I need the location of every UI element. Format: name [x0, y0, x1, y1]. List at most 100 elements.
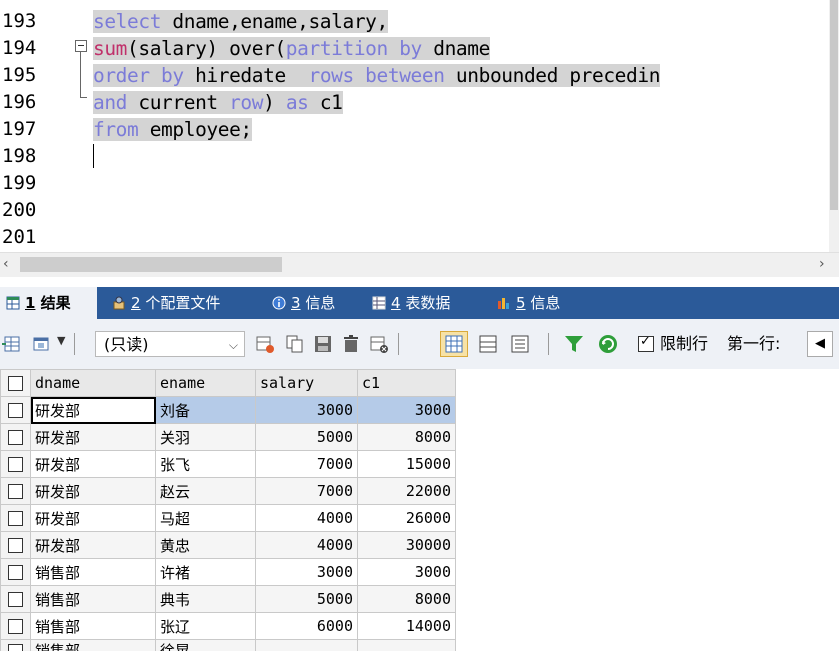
table-row[interactable]: 销售部 徐晃: [0, 639, 456, 651]
cell-dname[interactable]: 研发部: [30, 396, 156, 424]
cell-ename[interactable]: 马超: [155, 504, 256, 532]
horizontal-scrollbar[interactable]: ‹ ›: [0, 252, 839, 277]
column-header-ename[interactable]: ename: [155, 369, 256, 397]
cell-salary[interactable]: 5000: [255, 585, 358, 613]
code-line[interactable]: from employee;: [93, 116, 252, 143]
row-checkbox[interactable]: [8, 484, 23, 499]
cell-dname[interactable]: 研发部: [30, 504, 156, 532]
copy-row-icon[interactable]: [285, 334, 305, 354]
cell-ename[interactable]: 张辽: [155, 612, 256, 640]
row-checkbox-cell[interactable]: [0, 612, 31, 640]
cell-dname[interactable]: 研发部: [30, 450, 156, 478]
row-checkbox[interactable]: [8, 457, 23, 472]
cell-salary[interactable]: 6000: [255, 612, 358, 640]
cell-salary[interactable]: 5000: [255, 423, 358, 451]
code-line[interactable]: select dname,ename,salary,: [93, 8, 388, 35]
refresh-icon[interactable]: [598, 334, 618, 354]
cell-dname[interactable]: 销售部: [30, 585, 156, 613]
cell-salary[interactable]: 4000: [255, 531, 358, 559]
view-mode-dropdown-icon[interactable]: ▼: [57, 334, 65, 347]
tab-profiles[interactable]: 2 个配置文件: [112, 287, 220, 319]
table-row[interactable]: 研发部 张飞 7000 15000: [0, 450, 456, 478]
row-checkbox[interactable]: [8, 619, 23, 634]
row-checkbox[interactable]: [8, 643, 23, 651]
row-checkbox[interactable]: [8, 565, 23, 580]
cell-ename[interactable]: 张飞: [155, 450, 256, 478]
row-checkbox-cell[interactable]: [0, 423, 31, 451]
column-header-c1[interactable]: c1: [357, 369, 456, 397]
row-checkbox-cell[interactable]: [0, 558, 31, 586]
cell-ename[interactable]: 黄忠: [155, 531, 256, 559]
cell-c1[interactable]: 22000: [357, 477, 456, 505]
cell-c1[interactable]: [357, 639, 456, 651]
row-checkbox[interactable]: [8, 403, 23, 418]
row-checkbox-cell[interactable]: [0, 585, 31, 613]
scroll-right-icon[interactable]: ›: [819, 256, 825, 272]
code-line[interactable]: sum(salary) over(partition by dname: [93, 35, 490, 62]
delete-icon[interactable]: [341, 334, 361, 354]
cell-salary[interactable]: [255, 639, 358, 651]
code-line[interactable]: and current row) as c1: [93, 89, 343, 116]
cell-salary[interactable]: 4000: [255, 504, 358, 532]
cell-c1[interactable]: 3000: [357, 558, 456, 586]
select-all-checkbox-cell[interactable]: [0, 369, 31, 397]
cell-ename[interactable]: 关羽: [155, 423, 256, 451]
cell-c1[interactable]: 8000: [357, 585, 456, 613]
table-row[interactable]: 研发部 刘备 3000 3000: [0, 396, 456, 424]
grid-view-icon[interactable]: [440, 331, 468, 357]
vertical-scrollbar[interactable]: [829, 0, 839, 252]
column-header-salary[interactable]: salary: [255, 369, 358, 397]
cell-c1[interactable]: 15000: [357, 450, 456, 478]
tab-results[interactable]: 1 结果: [0, 287, 97, 319]
vertical-scroll-thumb[interactable]: [830, 0, 838, 210]
cell-ename[interactable]: 许褚: [155, 558, 256, 586]
cell-ename[interactable]: 刘备: [155, 396, 256, 424]
code-line[interactable]: order by hiredate rows between unbounded…: [93, 62, 660, 89]
add-row-icon[interactable]: [255, 334, 275, 354]
tab-table-data[interactable]: 4 表数据: [372, 287, 450, 319]
cell-c1[interactable]: 14000: [357, 612, 456, 640]
row-checkbox-cell[interactable]: [0, 504, 31, 532]
column-header-dname[interactable]: dname: [30, 369, 156, 397]
cell-c1[interactable]: 3000: [357, 396, 456, 424]
row-checkbox-cell[interactable]: [0, 477, 31, 505]
table-row[interactable]: 研发部 赵云 7000 22000: [0, 477, 456, 505]
cell-ename[interactable]: 典韦: [155, 585, 256, 613]
row-checkbox-cell[interactable]: [0, 450, 31, 478]
table-row[interactable]: 研发部 关羽 5000 8000: [0, 423, 456, 451]
cell-c1[interactable]: 8000: [357, 423, 456, 451]
cell-c1[interactable]: 26000: [357, 504, 456, 532]
row-checkbox[interactable]: [8, 430, 23, 445]
limit-rows-checkbox[interactable]: [638, 334, 654, 352]
view-mode-icon[interactable]: [32, 334, 52, 354]
row-checkbox[interactable]: [8, 511, 23, 526]
row-checkbox[interactable]: [8, 538, 23, 553]
cell-c1[interactable]: 30000: [357, 531, 456, 559]
table-row[interactable]: 研发部 黄忠 4000 30000: [0, 531, 456, 559]
export-grid-icon[interactable]: [2, 334, 22, 354]
previous-page-button[interactable]: ◀: [807, 331, 833, 357]
row-checkbox-cell[interactable]: [0, 531, 31, 559]
form-view-icon[interactable]: [478, 334, 498, 354]
result-grid[interactable]: dname ename salary c1 研发部 刘备 3000 3000 研发部 关羽…: [0, 369, 839, 651]
cell-dname[interactable]: 销售部: [30, 558, 156, 586]
cell-ename[interactable]: 赵云: [155, 477, 256, 505]
row-checkbox-cell[interactable]: [0, 639, 31, 651]
table-row[interactable]: 研发部 马超 4000 26000: [0, 504, 456, 532]
select-all-checkbox[interactable]: [8, 376, 23, 391]
cell-dname[interactable]: 销售部: [30, 639, 156, 651]
tab-messages-3[interactable]: 3 信息: [272, 287, 335, 319]
table-row[interactable]: 销售部 典韦 5000 8000: [0, 585, 456, 613]
cell-dname[interactable]: 研发部: [30, 477, 156, 505]
filter-icon[interactable]: [564, 334, 584, 354]
cancel-changes-icon[interactable]: [369, 334, 389, 354]
tab-messages-5[interactable]: 5 信息: [497, 287, 560, 319]
text-view-icon[interactable]: [510, 334, 530, 354]
fold-collapse-icon[interactable]: [75, 40, 87, 52]
cell-salary[interactable]: 3000: [255, 396, 358, 424]
cell-dname[interactable]: 销售部: [30, 612, 156, 640]
sql-editor[interactable]: 193 194 195 196 197 198 199 200 201 select dname…: [0, 0, 839, 252]
cell-salary[interactable]: 7000: [255, 450, 358, 478]
save-icon[interactable]: [313, 334, 333, 354]
read-only-mode-select[interactable]: (只读) ⌵: [95, 331, 245, 357]
